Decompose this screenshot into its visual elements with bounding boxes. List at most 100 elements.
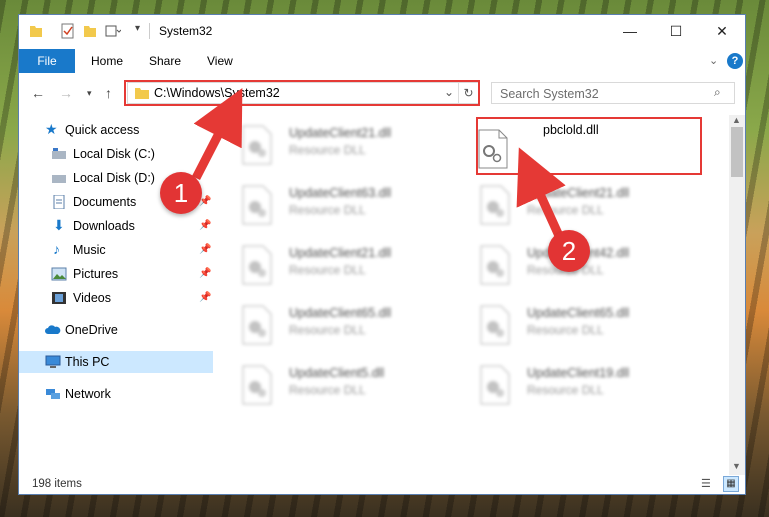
file-type: Resource DLL <box>527 323 604 337</box>
scroll-down-icon[interactable]: ▼ <box>732 461 741 471</box>
dll-file-icon <box>480 305 510 345</box>
sidebar-item-downloads[interactable]: ⬇ Downloads 📌 <box>19 215 213 237</box>
file-item[interactable]: UpdateClient19.dll Resource DLL <box>455 359 675 415</box>
drive-icon <box>52 148 66 159</box>
properties-icon[interactable] <box>61 23 75 39</box>
pin-icon[interactable]: 📌 <box>199 292 211 303</box>
file-highlight <box>476 117 702 175</box>
file-name: UpdateClient65.dll <box>527 306 630 320</box>
search-placeholder: Search System32 <box>500 87 599 101</box>
file-item[interactable]: UpdateClient63.dll Resource DLL <box>217 179 437 235</box>
file-item[interactable]: UpdateClient21.dll Resource DLL <box>217 239 437 295</box>
customize-toolbar-icon[interactable] <box>105 23 121 39</box>
chevron-down-icon[interactable]: ▾ <box>135 23 140 39</box>
recent-locations-icon[interactable]: ▾ <box>87 88 92 99</box>
scroll-up-icon[interactable]: ▲ <box>732 115 741 125</box>
file-item[interactable]: UpdateClient21.dll Resource DLL <box>217 119 437 175</box>
sidebar-item-label: Pictures <box>73 267 119 281</box>
sidebar-item-network[interactable]: Network <box>19 383 213 405</box>
dll-file-icon <box>242 245 272 285</box>
pin-icon[interactable]: 📌 <box>199 220 211 231</box>
sidebar-item-videos[interactable]: Videos 📌 <box>19 287 213 309</box>
status-bar: 198 items ☰ ▦ <box>19 475 745 495</box>
sidebar-item-label: Local Disk (C:) <box>73 147 155 161</box>
back-arrow-icon[interactable]: ← <box>31 85 45 101</box>
file-item[interactable]: UpdateClient65.dll Resource DLL <box>217 299 437 355</box>
tab-file[interactable]: File <box>19 49 75 73</box>
file-item[interactable]: UpdateClient5.dll Resource DLL <box>217 359 437 415</box>
tab-view[interactable]: View <box>207 49 233 73</box>
sidebar-item-label: Local Disk (D:) <box>73 171 155 185</box>
file-type: Resource DLL <box>289 383 366 397</box>
large-icons-view-icon[interactable]: ▦ <box>723 476 739 492</box>
step-1-badge: 1 <box>160 172 202 214</box>
file-type: Resource DLL <box>289 203 366 217</box>
file-name: UpdateClient63.dll <box>289 186 392 200</box>
close-button[interactable]: ✕ <box>699 15 745 47</box>
scrollbar-thumb[interactable] <box>731 127 743 177</box>
file-name: UpdateClient19.dll <box>527 366 630 380</box>
documents-icon <box>53 195 65 209</box>
dll-file-icon <box>242 305 272 345</box>
sidebar-item-local-disk-c[interactable]: Local Disk (C:) <box>19 143 213 165</box>
minimize-button[interactable]: — <box>607 15 653 47</box>
file-name: UpdateClient5.dll <box>289 366 385 380</box>
music-icon: ♪ <box>53 241 60 257</box>
search-box[interactable]: Search System32 ⌕ <box>491 82 735 104</box>
dll-file-icon <box>242 185 272 225</box>
file-name: UpdateClient21.dll <box>289 126 392 140</box>
file-name: UpdateClient65.dll <box>289 306 392 320</box>
cloud-icon <box>45 325 61 334</box>
videos-icon <box>52 292 66 304</box>
computer-icon <box>45 355 61 368</box>
file-type: Resource DLL <box>527 203 604 217</box>
sidebar-item-label: Music <box>73 243 106 257</box>
file-type: Resource DLL <box>289 263 366 277</box>
file-item[interactable]: UpdateClient21.dll Resource DLL <box>455 179 675 235</box>
sidebar-item-label: Documents <box>73 195 137 209</box>
maximize-button[interactable]: ☐ <box>653 15 699 47</box>
pin-icon[interactable]: 📌 <box>199 244 211 255</box>
search-icon[interactable]: ⌕ <box>714 85 721 100</box>
help-icon[interactable]: ? <box>727 53 743 69</box>
file-name: UpdateClient21.dll <box>527 186 630 200</box>
navigation-pane: ★ Quick access Local Disk (C:) Local Dis… <box>19 115 213 475</box>
sidebar-item-onedrive[interactable]: OneDrive <box>19 319 213 341</box>
network-icon <box>46 389 60 399</box>
chevron-down-icon[interactable]: ⌄ <box>709 49 718 73</box>
sidebar-item-this-pc[interactable]: This PC <box>19 351 213 373</box>
ribbon: File Home Share View ⌄ ? <box>19 49 745 73</box>
window-title: System32 <box>159 24 213 38</box>
pictures-icon <box>51 267 67 281</box>
sidebar-item-music[interactable]: ♪ Music 📌 <box>19 239 213 261</box>
file-type: Resource DLL <box>289 143 366 157</box>
drive-icon <box>52 175 66 183</box>
sidebar-item-quick-access[interactable]: ★ Quick access <box>19 119 213 141</box>
forward-arrow-icon[interactable]: → <box>59 85 73 101</box>
dll-file-icon <box>480 365 510 405</box>
dll-file-icon <box>242 365 272 405</box>
vertical-scrollbar[interactable]: ▲ ▼ <box>729 115 745 475</box>
pin-icon[interactable]: 📌 <box>199 268 211 279</box>
folder-icon[interactable] <box>29 23 43 39</box>
sidebar-item-label: This PC <box>65 355 110 369</box>
tab-home[interactable]: Home <box>91 49 123 73</box>
dll-file-icon <box>242 125 272 165</box>
file-type: Resource DLL <box>527 383 604 397</box>
dll-file-icon <box>480 185 510 225</box>
tab-share[interactable]: Share <box>149 49 181 73</box>
file-type: Resource DLL <box>289 323 366 337</box>
item-count: 198 items <box>32 478 82 490</box>
title-bar: ▾ System32 — ☐ ✕ <box>19 15 745 47</box>
downloads-icon: ⬇ <box>53 217 65 233</box>
file-item[interactable]: UpdateClient65.dll Resource DLL <box>455 299 675 355</box>
sidebar-item-label: Network <box>65 387 111 401</box>
star-icon: ★ <box>45 121 58 137</box>
new-folder-icon[interactable] <box>83 23 97 39</box>
sidebar-item-label: OneDrive <box>65 323 118 337</box>
sidebar-item-pictures[interactable]: Pictures 📌 <box>19 263 213 285</box>
address-bar-highlight <box>124 80 480 106</box>
step-2-badge: 2 <box>548 230 590 272</box>
up-arrow-icon[interactable]: ↑ <box>105 85 112 101</box>
details-view-icon[interactable]: ☰ <box>701 477 717 491</box>
